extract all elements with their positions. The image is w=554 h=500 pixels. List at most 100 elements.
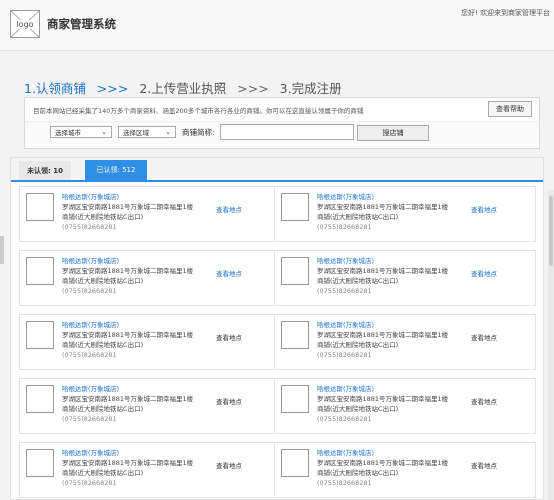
city-select-label: 选择城市 <box>55 129 81 137</box>
tab-unclaimed[interactable]: 未认领: 10 <box>19 161 71 180</box>
shop-address: 罗湖区宝安南路1881号万象城二期幸福里1楼 <box>317 203 449 211</box>
shop-card: 哈根达斯(万象城店) 罗湖区宝安南路1881号万象城二期幸福里1楼 商铺(近大剧院地… <box>19 314 281 370</box>
shop-address: 商铺(近大剧院地铁站C出口) <box>317 213 399 221</box>
area-select-label: 选择区域 <box>123 129 149 137</box>
shop-address: 商铺(近大剧院地铁站C出口) <box>317 405 399 413</box>
shop-name-link[interactable]: 哈根达斯(万象城店) <box>62 191 119 201</box>
shop-address: 商铺(近大剧院地铁站C出口) <box>62 405 144 413</box>
help-button[interactable]: 查看帮助 <box>488 101 532 117</box>
view-location-link[interactable]: 查看地点 <box>471 332 497 342</box>
view-location-link[interactable]: 查看地点 <box>471 268 497 278</box>
shop-card: 哈根达斯(万象城店) 罗湖区宝安南路1881号万象城二期幸福里1楼 商铺(近大剧院地… <box>274 186 536 242</box>
view-location-link[interactable]: 查看地点 <box>216 268 242 278</box>
left-scrollbar[interactable] <box>0 236 4 264</box>
city-select[interactable]: 选择城市 ⌄ <box>50 126 112 138</box>
shop-address: 罗湖区宝安南路1881号万象城二期幸福里1楼 <box>62 267 194 275</box>
shop-list-panel: 未认领: 10 已认领: 512 哈根达斯(万象城店) 罗湖区宝安南路1881号万… <box>10 157 544 500</box>
step-arrow: >>> <box>96 81 129 96</box>
search-row: 选择城市 ⌄ 选择区域 ⌄ 商铺简称: 搜店铺 <box>25 121 539 144</box>
shop-card: 哈根达斯(万象城店) 罗湖区宝安南路1881号万象城二期幸福里1楼 商铺(近大剧院地… <box>274 314 536 370</box>
shop-address: 商铺(近大剧院地铁站C出口) <box>62 341 144 349</box>
shop-thumbnail <box>26 257 54 285</box>
shop-name-input[interactable] <box>220 124 354 140</box>
chevron-down-icon: ⌄ <box>165 128 171 136</box>
chevron-down-icon: ⌄ <box>101 128 107 136</box>
shop-address: 罗湖区宝安南路1881号万象城二期幸福里1楼 <box>62 331 194 339</box>
step-claim-shop: 1.认领商铺 <box>24 81 86 96</box>
shop-phone: (0755)82668281 <box>317 223 372 231</box>
shop-phone: (0755)82668281 <box>62 415 117 423</box>
shop-card: 哈根达斯(万象城店) 罗湖区宝安南路1881号万象城二期幸福里1楼 商铺(近大剧院地… <box>274 442 536 498</box>
shop-address: 商铺(近大剧院地铁站C出口) <box>317 341 399 349</box>
shop-thumbnail <box>26 321 54 349</box>
shop-phone: (0755)82668281 <box>62 479 117 487</box>
search-panel: 目前本网站已经采集了140万多个商家资料、涵盖200多个城市各行各业的商铺。你可… <box>24 97 540 149</box>
shop-card: 哈根达斯(万象城店) 罗湖区宝安南路1881号万象城二期幸福里1楼 商铺(近大剧院地… <box>19 186 281 242</box>
view-location-link[interactable]: 查看地点 <box>471 460 497 470</box>
shop-card: 哈根达斯(万象城店) 罗湖区宝安南路1881号万象城二期幸福里1楼 商铺(近大剧院地… <box>274 378 536 434</box>
welcome-text: 您好! 欢迎来到商家管理平台 <box>460 9 550 17</box>
shop-address: 罗湖区宝安南路1881号万象城二期幸福里1楼 <box>62 395 194 403</box>
view-location-link[interactable]: 查看地点 <box>216 204 242 214</box>
shop-address: 商铺(近大剧院地铁站C出口) <box>317 469 399 477</box>
shop-phone: (0755)82668281 <box>317 351 372 359</box>
search-shop-button[interactable]: 搜店铺 <box>357 125 429 141</box>
shop-address: 商铺(近大剧院地铁站C出口) <box>317 277 399 285</box>
shop-card: 哈根达斯(万象城店) 罗湖区宝安南路1881号万象城二期幸福里1楼 商铺(近大剧院地… <box>19 442 281 498</box>
shop-name-link[interactable]: 哈根达斯(万象城店) <box>62 319 119 329</box>
shop-address: 商铺(近大剧院地铁站C出口) <box>62 469 144 477</box>
shop-phone: (0755)82668281 <box>62 351 117 359</box>
view-location-link[interactable]: 查看地点 <box>216 396 242 406</box>
shop-thumbnail <box>26 449 54 477</box>
shop-address: 罗湖区宝安南路1881号万象城二期幸福里1楼 <box>317 395 449 403</box>
shop-phone: (0755)82668281 <box>62 287 117 295</box>
registration-steps: 1.认领商铺 >>> 2.上传营业执照 >>> 3.完成注册 <box>24 78 342 97</box>
shop-name-label: 商铺简称: <box>182 128 215 137</box>
shop-phone: (0755)82668281 <box>317 287 372 295</box>
view-location-link[interactable]: 查看地点 <box>216 460 242 470</box>
tab-claimed[interactable]: 已认领: 512 <box>85 160 147 180</box>
shop-card: 哈根达斯(万象城店) 罗湖区宝安南路1881号万象城二期幸福里1楼 商铺(近大剧院地… <box>19 378 281 434</box>
right-scrollbar-thumb[interactable] <box>549 196 553 266</box>
shop-name-link[interactable]: 哈根达斯(万象城店) <box>62 255 119 265</box>
shop-address: 罗湖区宝安南路1881号万象城二期幸福里1楼 <box>317 331 449 339</box>
shop-name-link[interactable]: 哈根达斯(万象城店) <box>317 319 374 329</box>
shop-phone: (0755)82668281 <box>62 223 117 231</box>
notice-text: 目前本网站已经采集了140万多个商家资料、涵盖200多个城市各行各业的商铺。你可… <box>33 107 364 115</box>
shop-address: 罗湖区宝安南路1881号万象城二期幸福里1楼 <box>317 459 449 467</box>
shop-name-link[interactable]: 哈根达斯(万象城店) <box>317 447 374 457</box>
area-select[interactable]: 选择区域 ⌄ <box>118 126 176 138</box>
shop-phone: (0755)82668281 <box>317 415 372 423</box>
view-location-link[interactable]: 查看地点 <box>471 204 497 214</box>
app-header: logo 商家管理系统 您好! 欢迎来到商家管理平台 <box>0 0 554 51</box>
step-upload-license: 2.上传营业执照 <box>139 81 227 96</box>
shop-name-link[interactable]: 哈根达斯(万象城店) <box>317 255 374 265</box>
shop-thumbnail <box>281 193 309 221</box>
shop-name-link[interactable]: 哈根达斯(万象城店) <box>62 383 119 393</box>
shop-address: 罗湖区宝安南路1881号万象城二期幸福里1楼 <box>62 203 194 211</box>
shop-card: 哈根达斯(万象城店) 罗湖区宝安南路1881号万象城二期幸福里1楼 商铺(近大剧院地… <box>19 250 281 306</box>
view-location-link[interactable]: 查看地点 <box>471 396 497 406</box>
shop-name-link[interactable]: 哈根达斯(万象城店) <box>317 191 374 201</box>
shop-address: 商铺(近大剧院地铁站C出口) <box>62 213 144 221</box>
shop-thumbnail <box>26 385 54 413</box>
system-title: 商家管理系统 <box>47 17 116 31</box>
view-location-link[interactable]: 查看地点 <box>216 332 242 342</box>
shop-address: 商铺(近大剧院地铁站C出口) <box>62 277 144 285</box>
shop-thumbnail <box>281 449 309 477</box>
logo-text: logo <box>15 19 35 29</box>
shop-name-link[interactable]: 哈根达斯(万象城店) <box>62 447 119 457</box>
shop-address: 罗湖区宝安南路1881号万象城二期幸福里1楼 <box>317 267 449 275</box>
shop-thumbnail <box>281 385 309 413</box>
shop-phone: (0755)82668281 <box>317 479 372 487</box>
shop-thumbnail <box>281 321 309 349</box>
shop-name-link[interactable]: 哈根达斯(万象城店) <box>317 383 374 393</box>
shop-address: 罗湖区宝安南路1881号万象城二期幸福里1楼 <box>62 459 194 467</box>
shop-thumbnail <box>26 193 54 221</box>
step-arrow: >>> <box>237 81 269 96</box>
logo[interactable]: logo <box>10 10 40 38</box>
shop-thumbnail <box>281 257 309 285</box>
claim-tabs: 未认领: 10 已认领: 512 <box>11 158 543 182</box>
step-complete-registration: 3.完成注册 <box>279 81 342 96</box>
shop-card: 哈根达斯(万象城店) 罗湖区宝安南路1881号万象城二期幸福里1楼 商铺(近大剧院地… <box>274 250 536 306</box>
